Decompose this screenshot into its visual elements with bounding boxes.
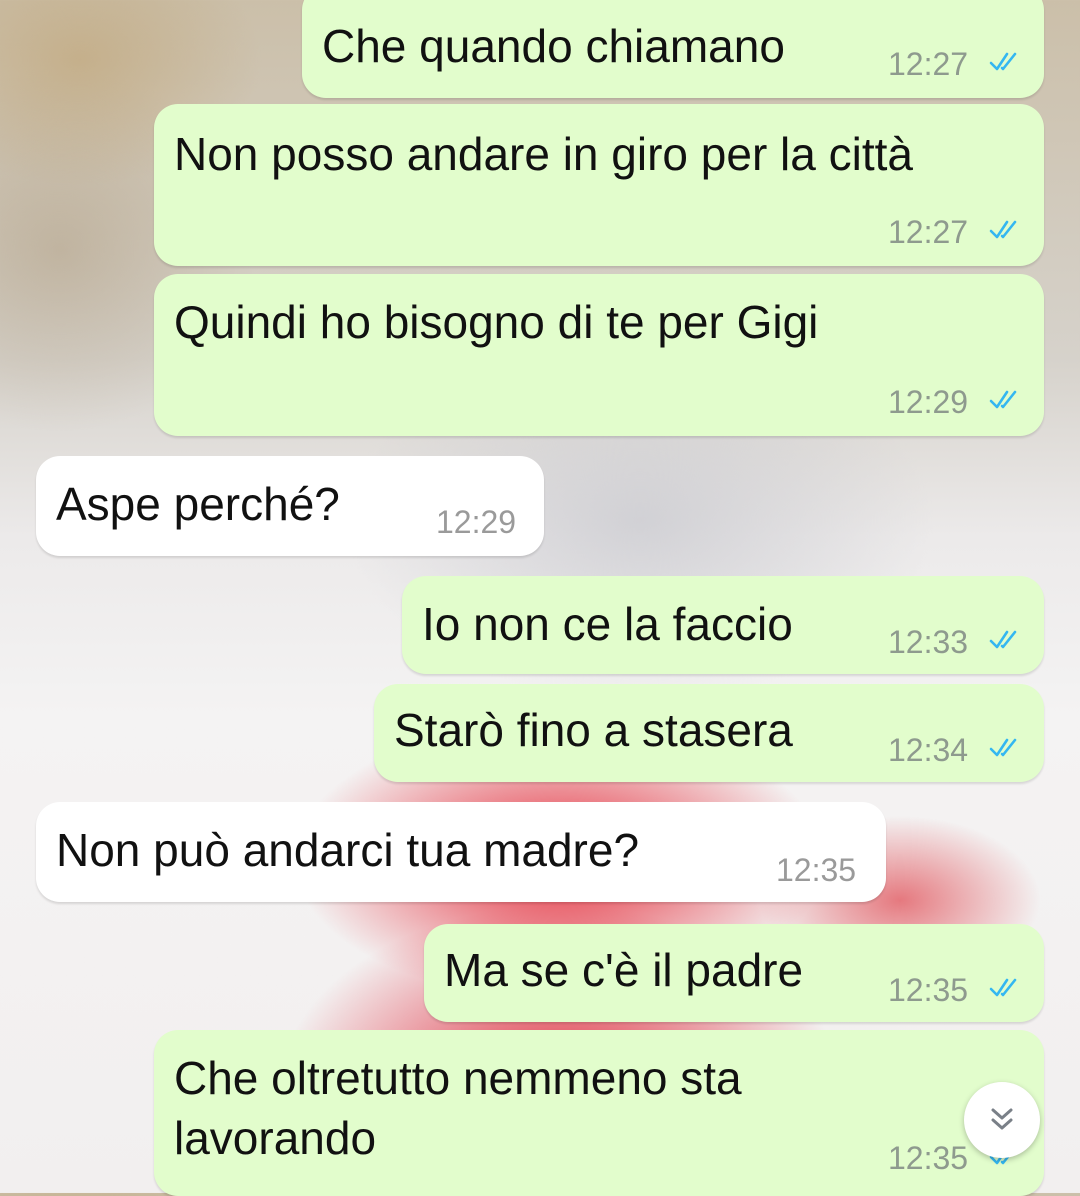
double-check-icon bbox=[989, 52, 1017, 71]
message-bubble-outgoing[interactable]: Starò fino a stasera 12:34 bbox=[374, 684, 1044, 782]
message-bubble-outgoing[interactable]: Io non ce la faccio 12:33 bbox=[402, 576, 1044, 674]
message-text: Ma se c'è il padre bbox=[444, 944, 804, 996]
message-bubble-outgoing[interactable]: Che oltretutto nemmeno sta lavorando 12:… bbox=[154, 1030, 1044, 1196]
message-time: 12:35 bbox=[888, 972, 969, 1008]
chat-conversation: Che quando chiamano 12:27 Non posso anda… bbox=[0, 0, 1080, 1196]
message-text: Che quando chiamano bbox=[322, 20, 785, 72]
double-chevron-down-icon bbox=[991, 1108, 1013, 1130]
message-bubble-outgoing[interactable]: Che quando chiamano 12:27 bbox=[302, 0, 1044, 98]
message-bubble-outgoing[interactable]: Quindi ho bisogno di te per Gigi 12:29 bbox=[154, 274, 1044, 436]
message-time: 12:33 bbox=[888, 624, 969, 660]
message-text: Starò fino a stasera bbox=[394, 704, 793, 756]
message-bubble-incoming[interactable]: Non può andarci tua madre? 12:35 bbox=[36, 802, 886, 902]
message-text: Quindi ho bisogno di te per Gigi bbox=[174, 296, 819, 348]
message-time: 12:27 bbox=[888, 214, 969, 250]
message-time: 12:35 bbox=[776, 852, 857, 888]
message-bubble-incoming[interactable]: Aspe perché? 12:29 bbox=[36, 456, 544, 556]
scroll-to-bottom-button[interactable] bbox=[964, 1082, 1040, 1158]
message-time: 12:35 bbox=[888, 1140, 969, 1176]
message-time: 12:27 bbox=[888, 46, 969, 82]
message-time: 12:34 bbox=[888, 732, 969, 768]
double-check-icon bbox=[989, 978, 1017, 997]
message-time: 12:29 bbox=[436, 504, 517, 540]
message-text-line-2: lavorando bbox=[174, 1112, 377, 1164]
double-check-icon bbox=[989, 390, 1017, 409]
message-text: Aspe perché? bbox=[56, 478, 340, 530]
double-check-icon bbox=[989, 630, 1017, 649]
double-check-icon bbox=[989, 220, 1017, 239]
message-text: Non posso andare in giro per la città bbox=[174, 128, 913, 180]
double-check-icon bbox=[989, 738, 1017, 757]
message-text: Non può andarci tua madre? bbox=[56, 824, 640, 876]
message-bubble-outgoing[interactable]: Non posso andare in giro per la città 12… bbox=[154, 104, 1044, 266]
message-text: Io non ce la faccio bbox=[422, 598, 793, 650]
message-time: 12:29 bbox=[888, 384, 969, 420]
message-bubble-outgoing[interactable]: Ma se c'è il padre 12:35 bbox=[424, 924, 1044, 1022]
message-text-line-1: Che oltretutto nemmeno sta bbox=[174, 1052, 742, 1104]
